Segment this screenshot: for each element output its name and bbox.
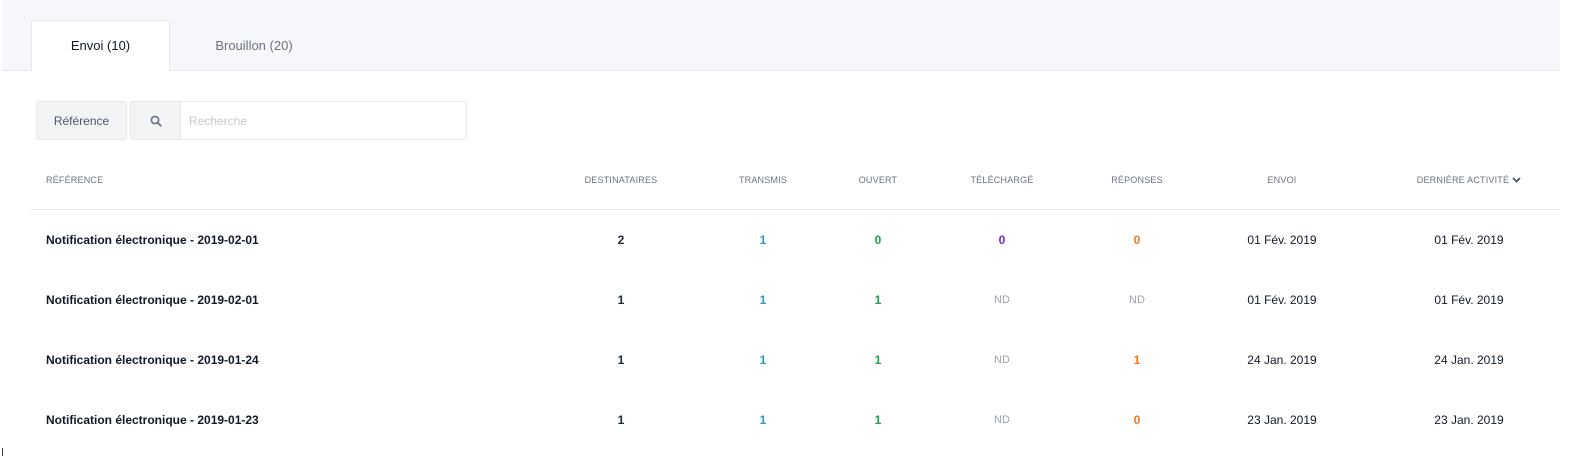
row-derniere-activite: 01 Fév. 2019: [1434, 233, 1504, 247]
row-destinataires: 2: [617, 233, 625, 247]
col-derniere-activite-label: DERNIÈRE ACTIVITÉ: [1416, 174, 1510, 185]
table-row[interactable]: Notification électronique - 2019-01-23 1…: [31, 390, 1560, 450]
row-destinataires: 1: [617, 413, 625, 427]
filter-bar: Référence: [36, 101, 467, 140]
row-reference[interactable]: Notification électronique - 2019-01-24: [46, 330, 259, 390]
tab-brouillon[interactable]: Brouillon (20): [181, 20, 327, 71]
row-reponses: 0: [1133, 413, 1141, 427]
row-envoi: 01 Fév. 2019: [1247, 293, 1317, 307]
table-row[interactable]: Notification électronique - 2019-02-01 1…: [31, 270, 1560, 330]
tab-envoi[interactable]: Envoi (10): [31, 20, 170, 71]
table-row[interactable]: Notification électronique - 2019-01-24 1…: [31, 330, 1560, 390]
tab-bar: Envoi (10) Brouillon (20): [3, 0, 1560, 71]
row-reponses: 1: [1133, 353, 1141, 367]
col-destinataires[interactable]: DESTINATAIRES: [541, 150, 701, 209]
table-row[interactable]: Notification électronique - 2019-02-01 2…: [31, 210, 1560, 270]
row-derniere-activite: 23 Jan. 2019: [1434, 413, 1504, 427]
row-envoi: 23 Jan. 2019: [1247, 413, 1317, 427]
row-reference[interactable]: Notification électronique - 2019-02-01: [46, 210, 259, 270]
row-destinataires: 1: [617, 353, 625, 367]
row-envoi: 01 Fév. 2019: [1247, 233, 1317, 247]
row-reference[interactable]: Notification électronique - 2019-01-23: [46, 390, 259, 450]
sent-table: RÉFÉRENCE DESTINATAIRES TRANSMIS OUVERT …: [31, 150, 1560, 450]
table-header: RÉFÉRENCE DESTINATAIRES TRANSMIS OUVERT …: [31, 150, 1560, 210]
row-destinataires: 1: [617, 293, 625, 307]
reference-filter-button[interactable]: Référence: [36, 101, 127, 140]
row-reponses: 0: [1133, 233, 1141, 247]
row-derniere-activite: 24 Jan. 2019: [1434, 353, 1504, 367]
search-input[interactable]: [181, 102, 466, 139]
search-icon: [150, 115, 162, 127]
chevron-down-icon[interactable]: [1512, 176, 1521, 183]
search-icon-box[interactable]: [131, 102, 181, 139]
left-edge-mark: [2, 448, 3, 456]
col-reponses[interactable]: RÉPONSES: [1057, 150, 1217, 209]
col-envoi[interactable]: ENVOI: [1202, 150, 1362, 209]
col-derniere-activite[interactable]: DERNIÈRE ACTIVITÉ: [1389, 150, 1549, 209]
row-derniere-activite: 01 Fév. 2019: [1434, 293, 1504, 307]
search-box: [130, 101, 467, 140]
col-reference[interactable]: RÉFÉRENCE: [46, 150, 103, 209]
row-reponses: ND: [1129, 294, 1145, 306]
row-reference[interactable]: Notification électronique - 2019-02-01: [46, 270, 259, 330]
row-envoi: 24 Jan. 2019: [1247, 353, 1317, 367]
